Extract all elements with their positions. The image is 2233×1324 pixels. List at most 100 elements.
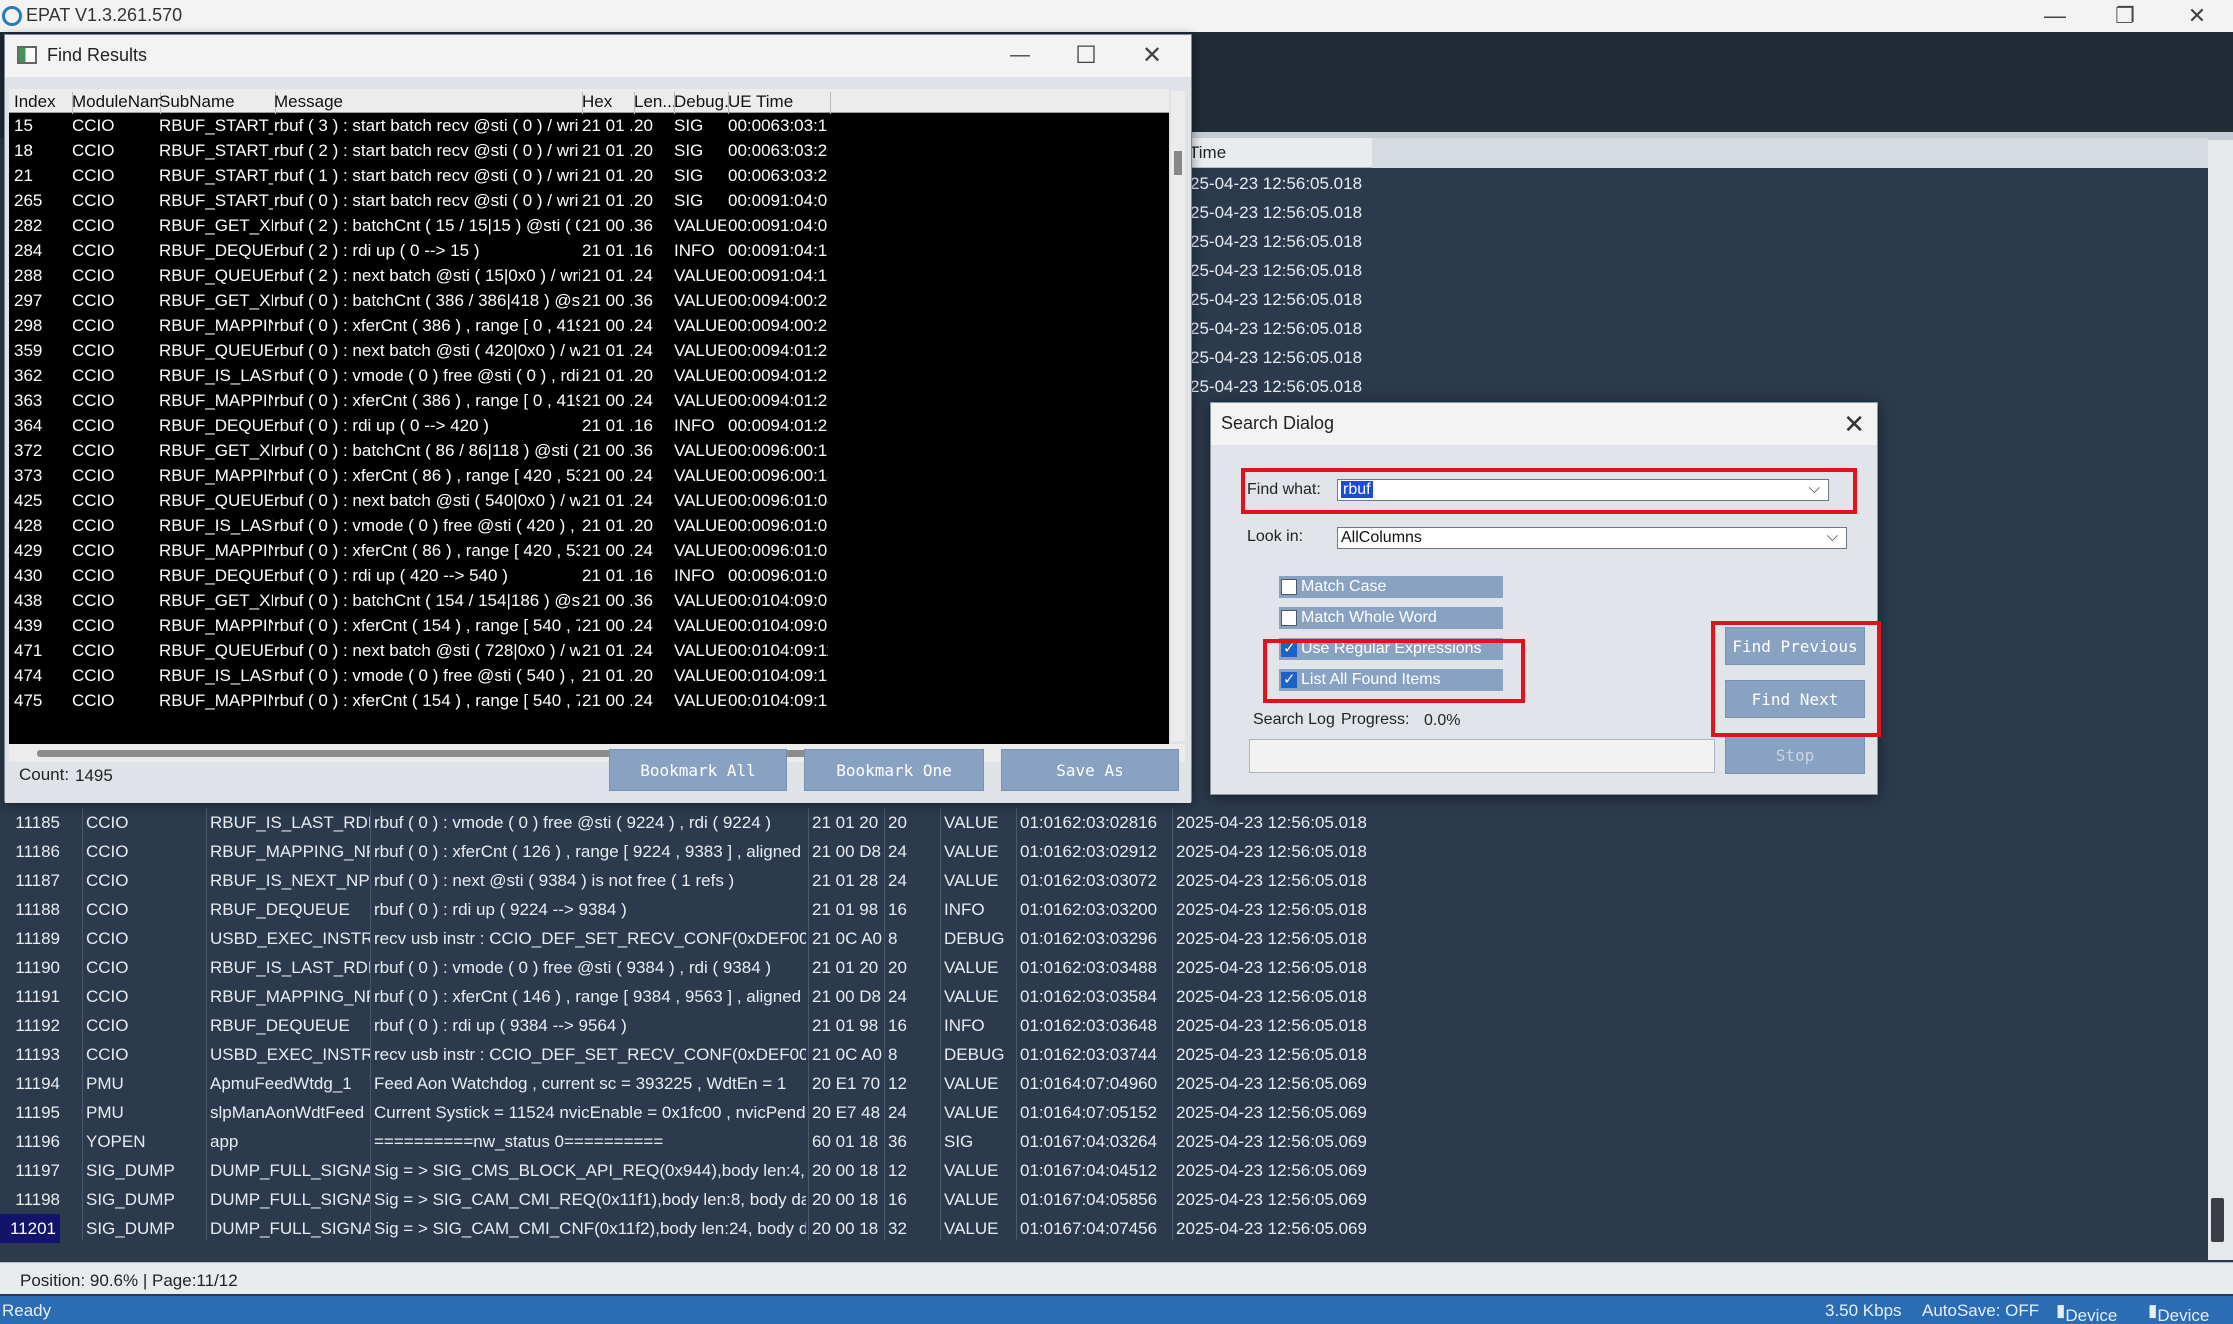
table-row[interactable]: 373 CCIO RBUF_MAPPING_...rbuf ( 0 ) : xfer… — [9, 464, 1169, 489]
close-button[interactable]: ✕ — [1117, 39, 1187, 71]
match-case-checkbox[interactable]: Match Case — [1279, 576, 1503, 598]
main-vertical-scrollbar[interactable] — [2208, 140, 2233, 1260]
minimize-button[interactable]: — — [2020, 0, 2090, 32]
table-cell: 00:0096:01:06592 — [728, 516, 828, 535]
restore-button[interactable]: ❐ — [2090, 0, 2160, 32]
table-cell: rbuf ( 0 ) : batchCnt ( 154 / 154|186 ) … — [274, 591, 580, 610]
search-dialog-title-bar[interactable]: Search Dialog ✕ — [1211, 403, 1877, 445]
device1-label: Device 1 — [2157, 1306, 2210, 1324]
table-row[interactable]: 372 CCIO RBUF_GET_XBATC...rbuf ( 0 ) : bat… — [9, 439, 1169, 464]
column-header[interactable]: Debug... — [671, 92, 729, 114]
find-results-title-bar[interactable]: Find Results — ☐ ✕ — [5, 35, 1191, 77]
table-row[interactable]: 363 CCIO RBUF_MAPPING_...rbuf ( 0 ) : xfer… — [9, 389, 1169, 414]
column-header[interactable]: UE Time — [725, 92, 831, 114]
log-cell: VALUE — [944, 1219, 999, 1238]
table-row[interactable]: 471 CCIO RBUF_QUEUE_3rbuf ( 0 ) : next bat… — [9, 639, 1169, 664]
table-row[interactable]: 359 CCIO RBUF_QUEUE_3rbuf ( 0 ) : next bat… — [9, 339, 1169, 364]
stop-button[interactable]: Stop — [1725, 736, 1865, 774]
table-row[interactable]: 288 CCIO RBUF_QUEUE_3rbuf ( 2 ) : next bat… — [9, 264, 1169, 289]
column-separator — [82, 808, 83, 1240]
log-cell: SIG — [944, 1132, 974, 1151]
table-row[interactable]: 425 CCIO RBUF_QUEUE_3rbuf ( 0 ) : next bat… — [9, 489, 1169, 514]
table-row[interactable]: 429 CCIO RBUF_MAPPING_...rbuf ( 0 ) : xfer… — [9, 539, 1169, 564]
log-cell: 11188 — [15, 900, 60, 919]
checkbox-box[interactable] — [1281, 579, 1297, 595]
table-cell: 36 — [634, 441, 653, 460]
column-header[interactable]: Message — [271, 92, 583, 114]
column-separator — [206, 808, 207, 1240]
table-row[interactable]: 284 CCIO RBUF_DEQUEUErbuf ( 2 ) : rdi up (… — [9, 239, 1169, 264]
table-row[interactable]: 15 CCIO RBUF_START_REC...rbuf ( 3 ) : star… — [9, 114, 1169, 139]
log-cell: 11198 — [15, 1190, 60, 1209]
match-whole-word-checkbox[interactable]: Match Whole Word — [1279, 607, 1503, 629]
table-cell: 429 — [14, 541, 43, 560]
table-row[interactable]: 475 CCIO RBUF_MAPPING_...rbuf ( 0 ) : xfer… — [9, 689, 1169, 714]
table-cell: 00:0091:04:13728 — [728, 266, 828, 285]
table-row[interactable]: 364 CCIO RBUF_DEQUEUErbuf ( 0 ) : rdi up (… — [9, 414, 1169, 439]
table-row[interactable]: 297 CCIO RBUF_GET_XBATC...rbuf ( 0 ) : bat… — [9, 289, 1169, 314]
column-header[interactable]: ModuleName — [69, 92, 161, 114]
close-button[interactable]: ✕ — [2162, 0, 2232, 32]
column-header[interactable]: Len... — [631, 92, 675, 114]
table-cell: rbuf ( 0 ) : xferCnt ( 386 ) , range [ 0… — [274, 391, 580, 410]
checkbox-label: Match Whole Word — [1301, 609, 1437, 626]
table-cell: 00:0096:01:06976 — [728, 566, 828, 585]
table-cell: 24 — [634, 266, 653, 285]
log-cell: 21 01 20 — [812, 958, 879, 977]
results-vertical-scrollbar[interactable] — [1171, 91, 1185, 741]
log-cell: 01:0162:03:03200 — [1020, 900, 1158, 919]
minimize-button[interactable]: — — [985, 39, 1055, 71]
table-row[interactable]: 362 CCIO RBUF_IS_LAST_RDIrbuf ( 0 ) : vmod… — [9, 364, 1169, 389]
look-in-combobox[interactable]: AllColumns ⌵ — [1337, 527, 1847, 549]
table-cell: RBUF_DEQUEUE — [159, 416, 273, 435]
table-row[interactable]: 430 CCIO RBUF_DEQUEUErbuf ( 0 ) : rdi up (… — [9, 564, 1169, 589]
table-cell: VALUE — [674, 616, 726, 635]
table-cell: VALUE — [674, 466, 726, 485]
table-cell: 24 — [634, 616, 653, 635]
table-cell: 21 01 ... — [582, 491, 632, 510]
log-cell: 01:0162:03:02912 — [1020, 842, 1158, 861]
log-cell: DUMP_FULL_SIGNAL — [210, 1161, 370, 1180]
checkbox-box[interactable] — [1281, 610, 1297, 626]
close-button[interactable]: ✕ — [1843, 409, 1865, 440]
table-row[interactable]: 439 CCIO RBUF_MAPPING_...rbuf ( 0 ) : xfer… — [9, 614, 1169, 639]
column-header-time[interactable]: Time — [1185, 138, 1372, 168]
table-row[interactable]: 282 CCIO RBUF_GET_XBATC...rbuf ( 2 ) : bat… — [9, 214, 1169, 239]
look-in-value: AllColumns — [1341, 529, 1422, 546]
bookmark-one-button[interactable]: Bookmark One — [804, 749, 984, 791]
table-row[interactable]: 428 CCIO RBUF_IS_LAST_RDIrbuf ( 0 ) : vmod… — [9, 514, 1169, 539]
column-header[interactable]: SubName — [156, 92, 276, 114]
log-cell: 11187 — [15, 871, 60, 890]
table-cell: CCIO — [72, 466, 115, 485]
log-cell: 8 — [888, 929, 898, 948]
log-cell: 32 — [888, 1219, 907, 1238]
status-device1[interactable]: ▮ Device 1 — [2148, 1301, 2209, 1324]
column-header[interactable]: Index — [11, 92, 73, 114]
scrollbar-thumb[interactable] — [2211, 1198, 2224, 1242]
log-cell: CCIO — [86, 871, 129, 890]
table-row[interactable]: 21 CCIO RBUF_START_REC...rbuf ( 1 ) : star… — [9, 164, 1169, 189]
status-device0[interactable]: ▮ Device 0 — [2056, 1301, 2117, 1324]
column-header[interactable]: Hex — [579, 92, 635, 114]
table-row[interactable]: 474 CCIO RBUF_IS_LAST_RDIrbuf ( 0 ) : vmod… — [9, 664, 1169, 689]
status-autosave[interactable]: AutoSave: OFF — [1922, 1301, 2039, 1321]
table-cell: RBUF_DEQUEUE — [159, 566, 273, 585]
table-cell: 430 — [14, 566, 43, 585]
log-cell: SIG_DUMP — [86, 1161, 175, 1180]
maximize-button[interactable]: ☐ — [1051, 39, 1121, 71]
table-row[interactable]: 438 CCIO RBUF_GET_XBATC...rbuf ( 0 ) : bat… — [9, 589, 1169, 614]
chevron-down-icon[interactable]: ⌵ — [1827, 528, 1838, 545]
table-cell: rbuf ( 0 ) : batchCnt ( 86 / 86|118 ) @s… — [274, 441, 580, 460]
bookmark-all-button[interactable]: Bookmark All — [609, 749, 787, 791]
log-cell: RBUF_MAPPING_NP — [210, 842, 370, 861]
table-cell: rbuf ( 0 ) : xferCnt ( 86 ) , range [ 42… — [274, 541, 580, 560]
table-row[interactable]: 18 CCIO RBUF_START_REC...rbuf ( 2 ) : star… — [9, 139, 1169, 164]
progress-label: Progress: — [1341, 711, 1410, 728]
table-cell: VALUE — [674, 491, 726, 510]
table-row[interactable]: 298 CCIO RBUF_MAPPING_...rbuf ( 0 ) : xfer… — [9, 314, 1169, 339]
save-as-button[interactable]: Save As — [1001, 749, 1179, 791]
column-separator — [370, 808, 371, 1240]
scrollbar-thumb[interactable] — [1174, 151, 1182, 175]
table-row[interactable]: 265 CCIO RBUF_START_REC...rbuf ( 0 ) : sta… — [9, 189, 1169, 214]
time-cell: 25-04-23 12:56:05.018 — [1190, 261, 1363, 280]
